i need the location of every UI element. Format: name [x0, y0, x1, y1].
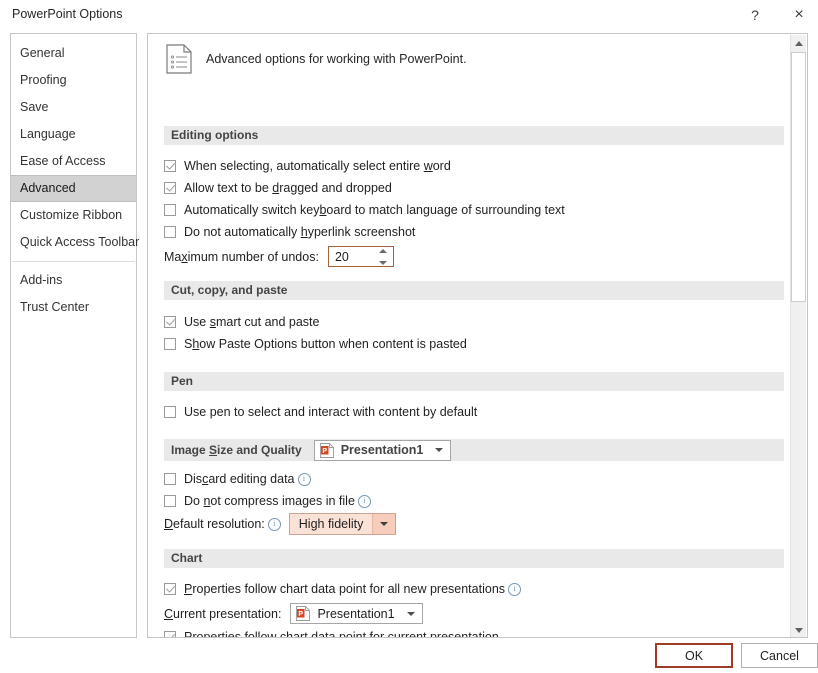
section-header-image-size-quality-label: Image Size and Quality [171, 439, 302, 461]
checkbox-label-switch-keyboard: Automatically switch keyboard to match l… [184, 203, 565, 217]
sidebar-divider [12, 261, 135, 262]
section-header-pen: Pen [164, 372, 784, 391]
current-presentation-label: Current presentation: [164, 607, 281, 621]
stepper-down-icon[interactable] [379, 261, 387, 265]
max-undos-label: Maximum number of undos: [164, 250, 319, 264]
checkbox-drag-and-drop[interactable] [164, 182, 176, 194]
checkbox-hyperlink-screenshot[interactable] [164, 226, 176, 238]
checkbox-discard-editing-data[interactable] [164, 473, 176, 485]
current-presentation-dropdown[interactable]: P Presentation1 [290, 603, 422, 624]
section-header-chart: Chart [164, 549, 784, 568]
info-icon-discard-editing-data[interactable]: i [298, 473, 311, 486]
page-header: Advanced options for working with PowerP… [166, 44, 467, 74]
title-bar: PowerPoint Options ? × [0, 0, 818, 31]
options-content: Advanced options for working with PowerP… [148, 34, 791, 637]
sidebar-item-add-ins[interactable]: Add-ins [11, 267, 136, 294]
section-header-editing-options: Editing options [164, 126, 784, 145]
info-icon-properties-all-new[interactable]: i [508, 583, 521, 596]
scroll-up-icon[interactable] [791, 35, 806, 51]
current-presentation-row: Current presentation: P Presentation1 [164, 603, 423, 624]
checkbox-row-do-not-compress[interactable]: Do not compress images in file i [164, 494, 371, 508]
ok-button[interactable]: OK [655, 643, 733, 668]
chevron-down-icon[interactable] [435, 448, 443, 452]
content-scrollbar[interactable] [790, 35, 806, 638]
page-header-text: Advanced options for working with PowerP… [206, 52, 467, 66]
checkbox-smart-cut-paste[interactable] [164, 316, 176, 328]
default-resolution-value: High fidelity [290, 514, 373, 534]
max-undos-value: 20 [335, 250, 349, 264]
checkbox-switch-keyboard[interactable] [164, 204, 176, 216]
sidebar-item-advanced[interactable]: Advanced [11, 175, 136, 202]
stepper-arrows[interactable] [379, 249, 388, 265]
chevron-down-icon[interactable] [407, 612, 415, 616]
checkbox-use-pen[interactable] [164, 406, 176, 418]
stepper-up-icon[interactable] [379, 249, 387, 253]
section-header-image-size-quality: Image Size and Quality P Presentation1 [164, 439, 784, 461]
checkbox-label-smart-cut-paste: Use smart cut and paste [184, 315, 319, 329]
checkbox-do-not-compress[interactable] [164, 495, 176, 507]
checkbox-row-switch-keyboard[interactable]: Automatically switch keyboard to match l… [164, 203, 565, 217]
options-content-panel: Advanced options for working with PowerP… [147, 33, 808, 638]
options-sidebar: General Proofing Save Language Ease of A… [10, 33, 137, 638]
sidebar-item-language[interactable]: Language [11, 121, 136, 148]
powerpoint-file-icon: P [320, 443, 334, 458]
help-icon[interactable]: ? [740, 0, 770, 30]
checkbox-label-drag-and-drop: Allow text to be dragged and dropped [184, 181, 392, 195]
cancel-button[interactable]: Cancel [741, 643, 818, 668]
checkbox-label-use-pen: Use pen to select and interact with cont… [184, 405, 477, 419]
checkbox-row-select-entire-word[interactable]: When selecting, automatically select ent… [164, 159, 451, 173]
default-resolution-label: Default resolution: [164, 517, 265, 531]
svg-text:P: P [322, 448, 327, 455]
default-resolution-row: Default resolution: i High fidelity [164, 513, 396, 535]
sidebar-item-proofing[interactable]: Proofing [11, 67, 136, 94]
sidebar-item-customize-ribbon[interactable]: Customize Ribbon [11, 202, 136, 229]
checkbox-row-properties-current[interactable]: Properties follow chart data point for c… [164, 630, 499, 638]
scroll-down-icon[interactable] [791, 622, 806, 638]
image-scope-value: Presentation1 [341, 439, 424, 461]
checkbox-properties-current[interactable] [164, 631, 176, 638]
powerpoint-file-icon: P [296, 606, 310, 621]
close-icon[interactable]: × [784, 0, 814, 30]
current-presentation-value: Presentation1 [317, 607, 394, 621]
checkbox-select-entire-word[interactable] [164, 160, 176, 172]
checkbox-row-show-paste-options[interactable]: Show Paste Options button when content i… [164, 337, 467, 351]
document-options-icon [166, 44, 192, 74]
window-title: PowerPoint Options [12, 7, 122, 21]
checkbox-row-smart-cut-paste[interactable]: Use smart cut and paste [164, 315, 319, 329]
checkbox-row-discard-editing-data[interactable]: Discard editing data i [164, 472, 311, 486]
info-icon-default-resolution[interactable]: i [268, 518, 281, 531]
sidebar-item-save[interactable]: Save [11, 94, 136, 121]
max-undos-stepper[interactable]: 20 [328, 246, 394, 267]
sidebar-item-quick-access-toolbar[interactable]: Quick Access Toolbar [11, 229, 136, 256]
checkbox-label-discard-editing-data: Discard editing data [184, 472, 295, 486]
checkbox-row-properties-all-new[interactable]: Properties follow chart data point for a… [164, 582, 521, 596]
sidebar-item-trust-center[interactable]: Trust Center [11, 294, 136, 321]
checkbox-label-properties-current: Properties follow chart data point for c… [184, 630, 499, 638]
checkbox-label-properties-all-new: Properties follow chart data point for a… [184, 582, 505, 596]
default-resolution-dropdown[interactable]: High fidelity [289, 513, 397, 535]
svg-text:P: P [299, 611, 304, 618]
checkbox-label-do-not-compress: Do not compress images in file [184, 494, 355, 508]
checkbox-row-use-pen[interactable]: Use pen to select and interact with cont… [164, 405, 477, 419]
checkbox-row-hyperlink-screenshot[interactable]: Do not automatically hyperlink screensho… [164, 225, 415, 239]
checkbox-label-hyperlink-screenshot: Do not automatically hyperlink screensho… [184, 225, 415, 239]
image-scope-dropdown[interactable]: P Presentation1 [314, 440, 452, 461]
scrollbar-thumb[interactable] [791, 52, 806, 302]
section-header-cut-copy-paste: Cut, copy, and paste [164, 281, 784, 300]
checkbox-show-paste-options[interactable] [164, 338, 176, 350]
info-icon-do-not-compress[interactable]: i [358, 495, 371, 508]
checkbox-properties-all-new[interactable] [164, 583, 176, 595]
checkbox-label-select-entire-word: When selecting, automatically select ent… [184, 159, 451, 173]
checkbox-row-drag-and-drop[interactable]: Allow text to be dragged and dropped [164, 181, 392, 195]
checkbox-label-show-paste-options: Show Paste Options button when content i… [184, 337, 467, 351]
max-undos-row: Maximum number of undos: 20 [164, 246, 394, 267]
sidebar-item-general[interactable]: General [11, 40, 136, 67]
chevron-down-icon[interactable] [372, 514, 395, 534]
sidebar-item-ease-of-access[interactable]: Ease of Access [11, 148, 136, 175]
